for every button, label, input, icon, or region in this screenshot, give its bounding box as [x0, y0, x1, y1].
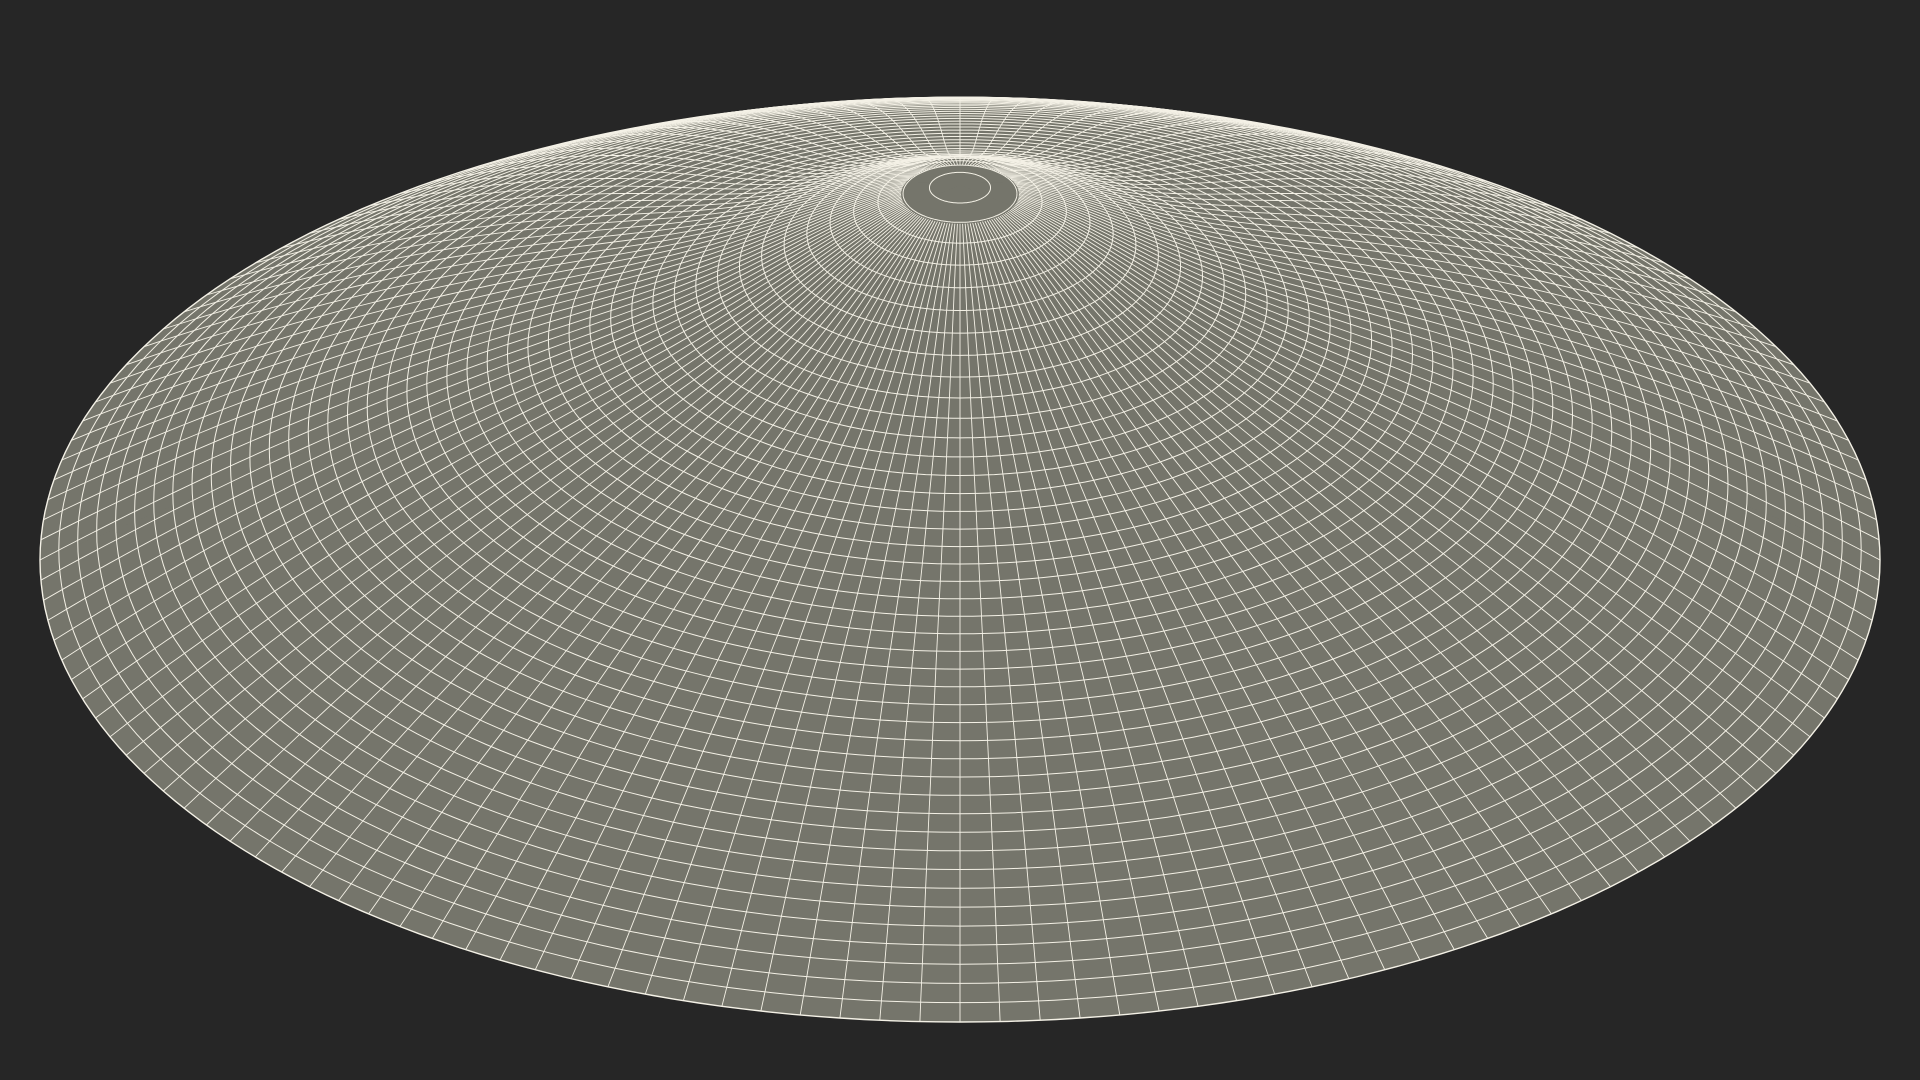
dome-mesh: [39, 96, 1881, 1023]
viewport-canvas[interactable]: [0, 0, 1920, 1080]
